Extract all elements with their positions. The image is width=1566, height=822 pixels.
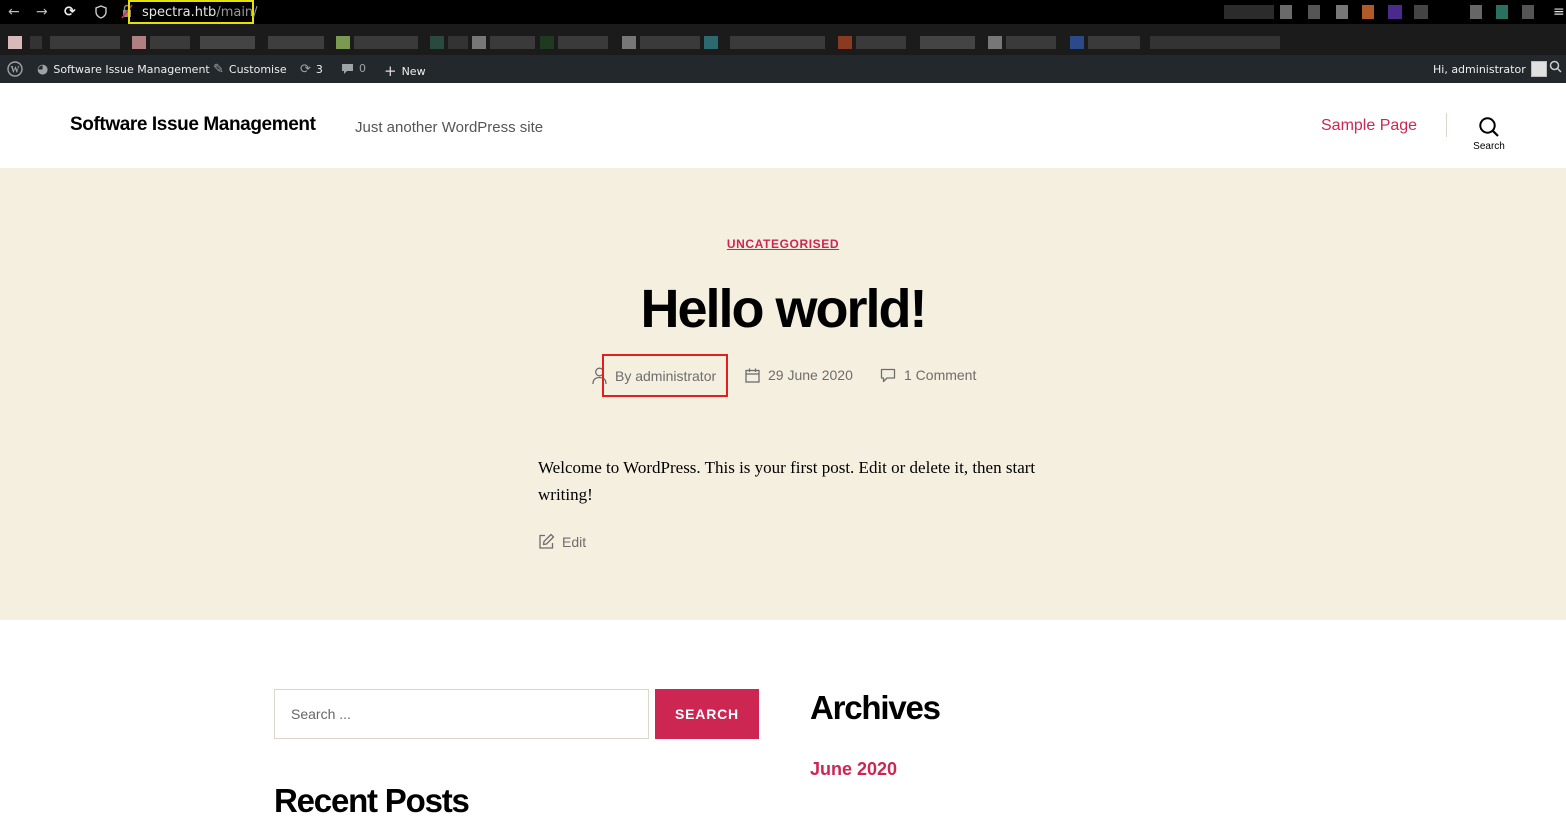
shield-icon[interactable] [95,5,107,19]
bookmark-item[interactable] [472,36,486,49]
post-title: Hello world! [640,279,928,339]
svg-text:W: W [11,65,20,75]
post-comments: 1 Comment [880,367,976,383]
recent-posts-heading: Recent Posts [274,782,470,819]
url-text: spectra.htb/main/ [142,5,258,20]
post-date-link[interactable]: 29 June 2020 [768,367,853,383]
bookmark-item[interactable] [448,36,468,49]
bookmark-item[interactable] [354,36,418,49]
plus-icon: + [384,62,397,80]
search-icon [1479,117,1499,137]
admin-bar-customise[interactable]: ✎ Customise [213,62,287,77]
admin-bar-updates[interactable]: ⟳ 3 [300,62,323,77]
bookmark-item[interactable] [1006,36,1056,49]
admin-bar-site-name[interactable]: ◕ Software Issue Management [37,62,210,77]
admin-bar-comments[interactable]: 0 [341,62,366,75]
bookmark-item[interactable] [1070,36,1084,49]
reload-icon[interactable]: ⟳ [64,3,76,21]
archive-item-june-2020[interactable]: June 2020 [810,759,897,780]
bookmark-item[interactable] [838,36,852,49]
menu-item-sample-page[interactable]: Sample Page [1321,117,1417,135]
bookmark-item[interactable] [132,36,146,49]
browser-toolbar: ← → ⟳ spectra.htb/main/ ≡ [0,0,1566,24]
edit-icon [539,533,555,549]
post-content: Welcome to WordPress. This is your first… [538,458,1036,504]
site-title[interactable]: Software Issue Management [70,114,316,136]
updates-icon: ⟳ [300,62,311,77]
site-header: Software Issue Management Just another W… [0,83,1566,168]
back-arrow-icon[interactable]: ← [8,3,20,21]
search-toggle-button[interactable]: Search [1466,116,1512,156]
search-toggle-label: Search [1473,141,1505,152]
admin-bar-search-icon[interactable] [1549,60,1562,73]
comment-icon [880,368,896,382]
paintbrush-icon: ✎ [213,62,224,77]
post-header: UNCATEGORISED Hello world! By administra… [0,168,1566,620]
bookmark-item[interactable] [268,36,324,49]
post-comments-link[interactable]: 1 Comment [904,367,976,383]
bookmark-item[interactable] [200,36,255,49]
post-date: 29 June 2020 [745,367,853,383]
bookmark-item[interactable] [50,36,120,49]
post-edit: Edit [538,533,586,550]
calendar-icon [745,368,760,383]
bookmark-item[interactable] [640,36,700,49]
bookmark-item[interactable] [430,36,444,49]
post-category-link[interactable]: UNCATEGORISED [0,237,1566,251]
comment-bubble-icon [342,63,353,74]
bookmark-item[interactable] [1150,36,1280,49]
bookmark-item[interactable] [622,36,636,49]
bookmark-item[interactable] [704,36,718,49]
url-bar[interactable]: spectra.htb/main/ [128,0,258,24]
bookmark-item[interactable] [1088,36,1140,49]
bookmark-item[interactable] [988,36,1002,49]
header-divider [1446,113,1447,137]
bookmark-item[interactable] [150,36,190,49]
author-highlight-box [602,354,728,397]
wp-admin-bar: W ◕ Software Issue Management ✎ Customis… [0,55,1566,83]
bookmark-item[interactable] [856,36,906,49]
menu-icon[interactable]: ≡ [1553,3,1565,21]
bookmark-item[interactable] [540,36,554,49]
bookmark-item[interactable] [558,36,608,49]
bookmarks-bar [0,24,1566,55]
admin-bar-new[interactable]: + New [384,62,426,80]
admin-bar-account[interactable]: Hi, administrator [1433,61,1547,77]
bookmark-item[interactable] [8,36,22,49]
dashboard-icon: ◕ [37,62,49,77]
widget-search-button[interactable]: SEARCH [655,689,759,739]
bookmark-item[interactable] [730,36,825,49]
bookmark-item[interactable] [30,36,42,49]
bookmark-item[interactable] [490,36,535,49]
archives-heading: Archives [810,689,941,726]
post-edit-link[interactable]: Edit [562,534,586,550]
bookmark-item[interactable] [336,36,350,49]
widget-search-input[interactable] [274,689,649,739]
forward-arrow-icon[interactable]: → [36,3,48,21]
wordpress-logo-icon[interactable]: W [7,61,23,77]
avatar [1530,61,1547,77]
site-description: Just another WordPress site [355,119,544,136]
bookmark-item[interactable] [920,36,975,49]
